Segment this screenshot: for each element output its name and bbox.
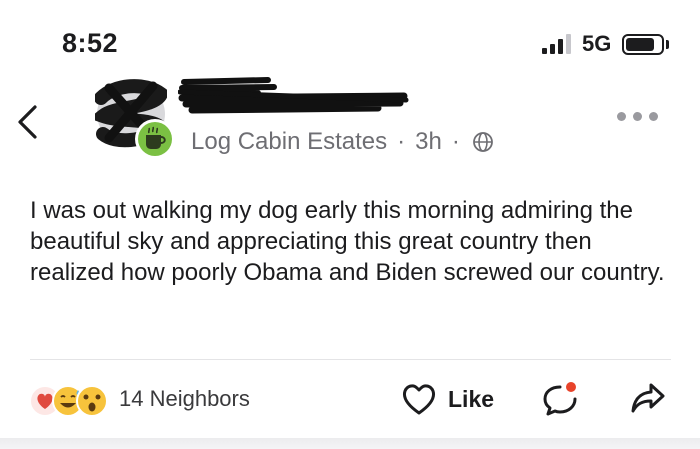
post-separator (0, 438, 700, 449)
ellipsis-dot (648, 111, 658, 121)
post-age: 3h (415, 128, 442, 155)
like-button[interactable]: Like (400, 378, 494, 420)
back-chevron-icon[interactable] (10, 102, 44, 142)
signal-strength-icon (542, 34, 571, 54)
like-label: Like (448, 385, 495, 412)
meta-separator-2: · (451, 128, 460, 155)
location-link[interactable]: Log Cabin Estates (191, 128, 387, 156)
share-arrow-icon[interactable] (629, 380, 667, 416)
network-type: 5G (582, 31, 612, 56)
battery-cap (666, 40, 669, 49)
surprised-reaction-icon (76, 385, 108, 417)
post-meta: Log Cabin Estates · 3h · (191, 128, 494, 156)
more-options-button[interactable] (610, 104, 664, 128)
ellipsis-dot (616, 111, 626, 121)
globe-icon (472, 132, 493, 152)
status-bar: 8:52 5G (0, 0, 700, 80)
heart-outline-icon (402, 384, 436, 415)
comment-bubble-icon[interactable] (540, 379, 580, 419)
meta-separator: · (397, 128, 406, 155)
author-name-redacted[interactable] (178, 74, 410, 116)
reaction-count[interactable]: 14 Neighbors (119, 386, 250, 412)
battery-icon (622, 34, 664, 55)
status-time: 8:52 (62, 28, 119, 58)
group-badge-icon (135, 119, 175, 159)
reaction-icons[interactable] (28, 384, 112, 418)
divider (30, 359, 671, 360)
post-body: I was out walking my dog early this morn… (30, 197, 665, 286)
ellipsis-dot (632, 111, 642, 121)
